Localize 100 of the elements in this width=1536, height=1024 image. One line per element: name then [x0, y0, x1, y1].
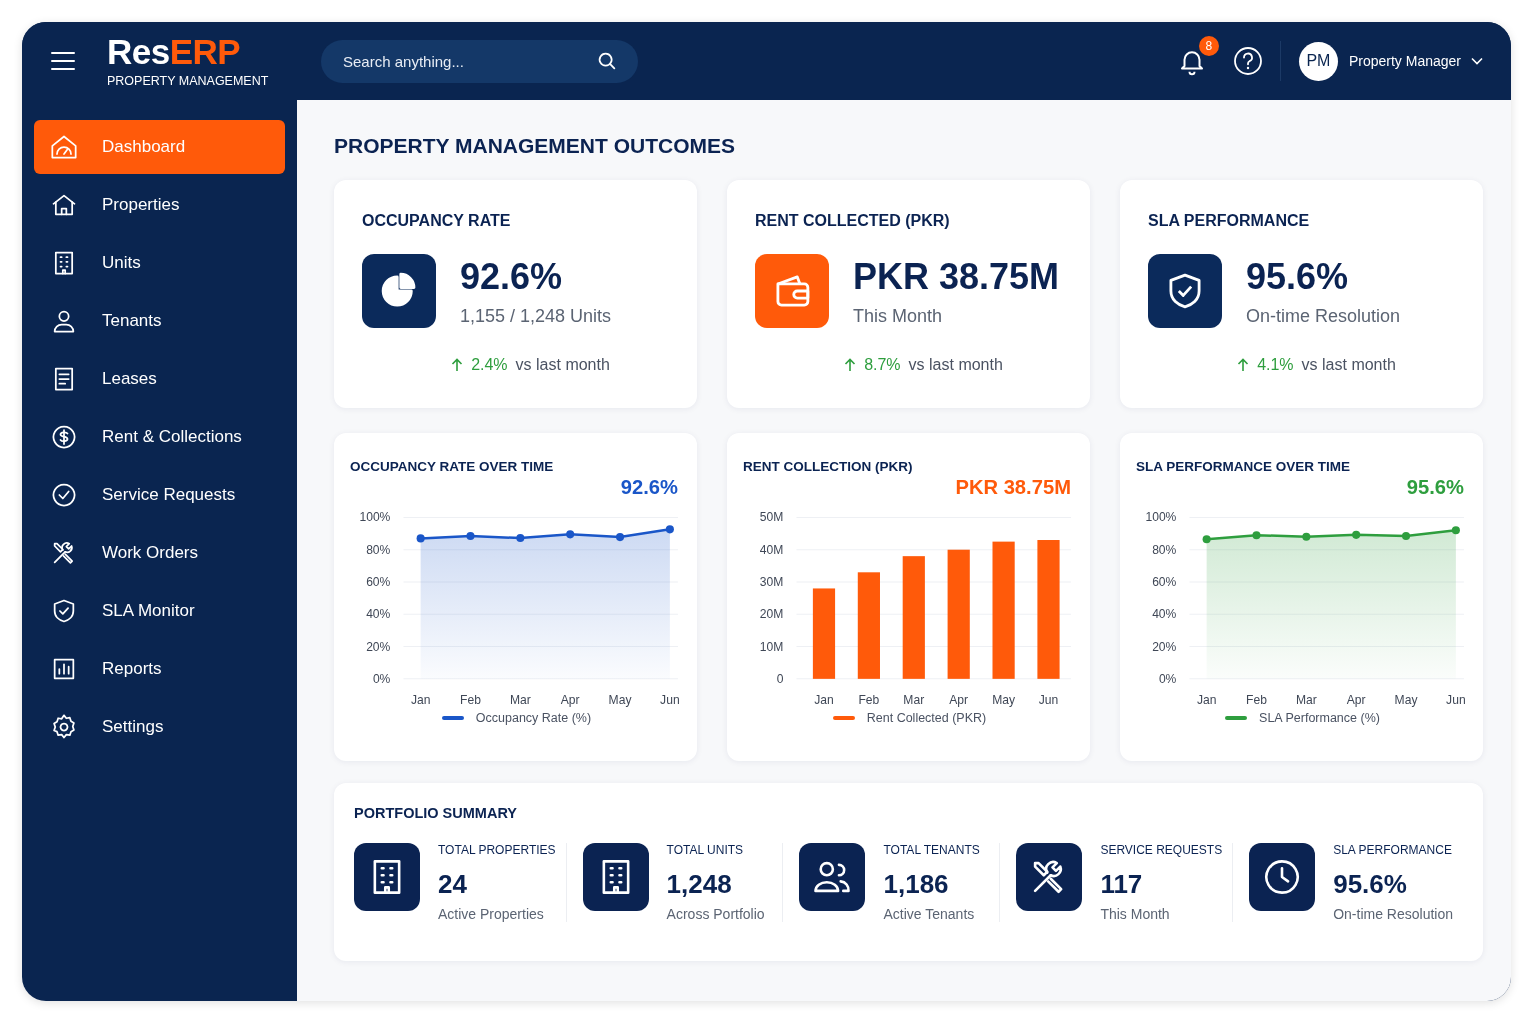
y-axis-label: 40M	[759, 542, 784, 557]
y-axis-label: 0%	[1158, 671, 1177, 686]
x-axis-label: Jun	[660, 693, 680, 708]
x-axis-label: Feb	[1246, 693, 1267, 708]
sidebar-item[interactable]: SLA Monitor	[34, 584, 285, 638]
y-axis-label: 20%	[1152, 639, 1177, 654]
summary-note: Active Properties	[438, 906, 545, 922]
kpi-change-note: vs last month	[908, 356, 1003, 374]
user-avatar[interactable]: PM	[1298, 41, 1338, 81]
summary-label: TOTAL PROPERTIES	[438, 843, 556, 857]
search-field[interactable]: Search anything...	[321, 39, 638, 83]
chart-title: OCCUPANCY RATE OVER TIME	[350, 459, 555, 474]
notification-badge: 8	[1198, 36, 1219, 56]
kpi-change: 4.1%	[1257, 356, 1294, 374]
help-icon[interactable]	[1232, 46, 1263, 76]
x-axis-label: Mar	[1295, 693, 1317, 708]
y-axis-label: 100%	[1145, 510, 1177, 525]
data-point	[1402, 531, 1411, 540]
summary-value: 117	[1100, 869, 1144, 900]
x-axis-label: Feb	[460, 693, 481, 708]
x-axis-label: Jun	[1446, 693, 1466, 708]
summary-label: SLA PERFORMANCE	[1333, 843, 1453, 857]
sidebar-item[interactable]: Properties	[34, 178, 285, 232]
summary-title: PORTFOLIO SUMMARY	[354, 805, 518, 821]
x-axis-label: Apr	[1346, 693, 1366, 708]
y-axis-label: 80%	[366, 542, 391, 557]
x-axis-label: Jan	[1196, 693, 1217, 708]
kpi-detail: On-time Resolution	[1246, 305, 1401, 327]
y-axis-label: 40%	[366, 607, 391, 622]
dollar-icon	[50, 423, 78, 451]
y-axis-label: 60%	[1152, 575, 1177, 589]
data-point	[1252, 531, 1261, 540]
x-axis-label: May	[1394, 693, 1418, 708]
tools-icon	[1016, 843, 1083, 911]
data-point	[466, 531, 475, 540]
x-axis-label: Mar	[509, 693, 531, 708]
kpi-change: 8.7%	[864, 356, 901, 374]
summary-note: On-time Resolution	[1333, 906, 1453, 922]
y-axis-label: 10M	[759, 639, 784, 654]
x-axis-label: Apr	[560, 693, 580, 708]
y-axis-label: 60%	[366, 575, 391, 589]
data-point	[1302, 532, 1311, 541]
user-name[interactable]: Property Manager	[1348, 53, 1461, 69]
chart-title: SLA PERFORMANCE OVER TIME	[1136, 459, 1351, 474]
building-icon	[582, 843, 649, 911]
kpi-detail: 1,155 / 1,248 Units	[460, 305, 612, 327]
summary-label: TOTAL UNITS	[666, 843, 745, 857]
building-icon	[354, 843, 420, 911]
menu-icon[interactable]	[51, 51, 75, 71]
kpi-title: RENT COLLECTED (PKR)	[755, 212, 951, 230]
kpi-change-note: vs last month	[1301, 356, 1396, 374]
sidebar-item[interactable]: Units	[34, 236, 285, 290]
y-axis-label: 0	[776, 671, 784, 686]
summary-note: This Month	[1100, 906, 1171, 922]
y-axis-label: 80%	[1152, 542, 1177, 557]
sidebar-item[interactable]: Settings	[34, 700, 285, 754]
chevron-down-icon[interactable]	[1471, 57, 1483, 65]
sidebar-item[interactable]: Leases	[34, 352, 285, 406]
x-axis-label: Feb	[858, 693, 880, 708]
data-point	[1202, 535, 1211, 544]
y-axis-label: 30M	[759, 575, 784, 589]
summary-value: 95.6%	[1333, 869, 1408, 900]
sidebar-item[interactable]: Rent & Collections	[34, 410, 285, 464]
y-axis-label: 50M	[759, 510, 784, 525]
x-axis-label: Jan	[410, 693, 431, 708]
summary-note: Across Portfolio	[666, 906, 765, 922]
y-axis-label: 20M	[759, 607, 784, 622]
check-circle-icon	[50, 481, 78, 509]
data-point	[416, 534, 425, 543]
settings-icon	[50, 713, 78, 741]
x-axis-label: Mar	[903, 693, 925, 708]
chart-headline-value: 92.6%	[620, 476, 678, 499]
summary-note: Active Tenants	[883, 906, 976, 922]
chart-title: RENT COLLECTION (PKR)	[743, 459, 914, 474]
y-axis-label: 100%	[359, 510, 391, 525]
x-axis-label: May	[992, 693, 1015, 708]
sidebar-item[interactable]: Work Orders	[34, 526, 285, 580]
clock-icon	[1249, 843, 1316, 911]
x-axis-label: Jan	[814, 693, 834, 708]
data-point	[665, 525, 674, 534]
people-icon	[799, 843, 866, 911]
legend-label: Occupancy Rate (%)	[475, 711, 592, 726]
y-axis-label: 20%	[366, 639, 391, 654]
summary-value: 1,186	[883, 869, 950, 900]
chart-headline-value: 95.6%	[1406, 476, 1464, 499]
sidebar-item[interactable]: Reports	[34, 642, 285, 696]
summary-value: 1,248	[666, 869, 733, 900]
kpi-value: PKR 38.75M	[853, 255, 1060, 298]
arrow-up-icon	[451, 358, 464, 372]
data-point	[616, 533, 625, 542]
kpi-title: SLA PERFORMANCE	[1148, 212, 1311, 230]
y-axis-label: 40%	[1152, 607, 1177, 622]
y-axis-label: 0%	[372, 671, 391, 686]
arrow-up-icon	[1237, 358, 1250, 372]
summary-label: TOTAL TENANTS	[883, 843, 980, 857]
data-point	[1352, 530, 1361, 539]
kpi-change: 2.4%	[471, 356, 508, 374]
sidebar-item[interactable]: Service Requests	[34, 468, 285, 522]
sidebar-item[interactable]: Tenants	[34, 294, 285, 348]
kpi-title: OCCUPANCY RATE	[362, 212, 512, 230]
